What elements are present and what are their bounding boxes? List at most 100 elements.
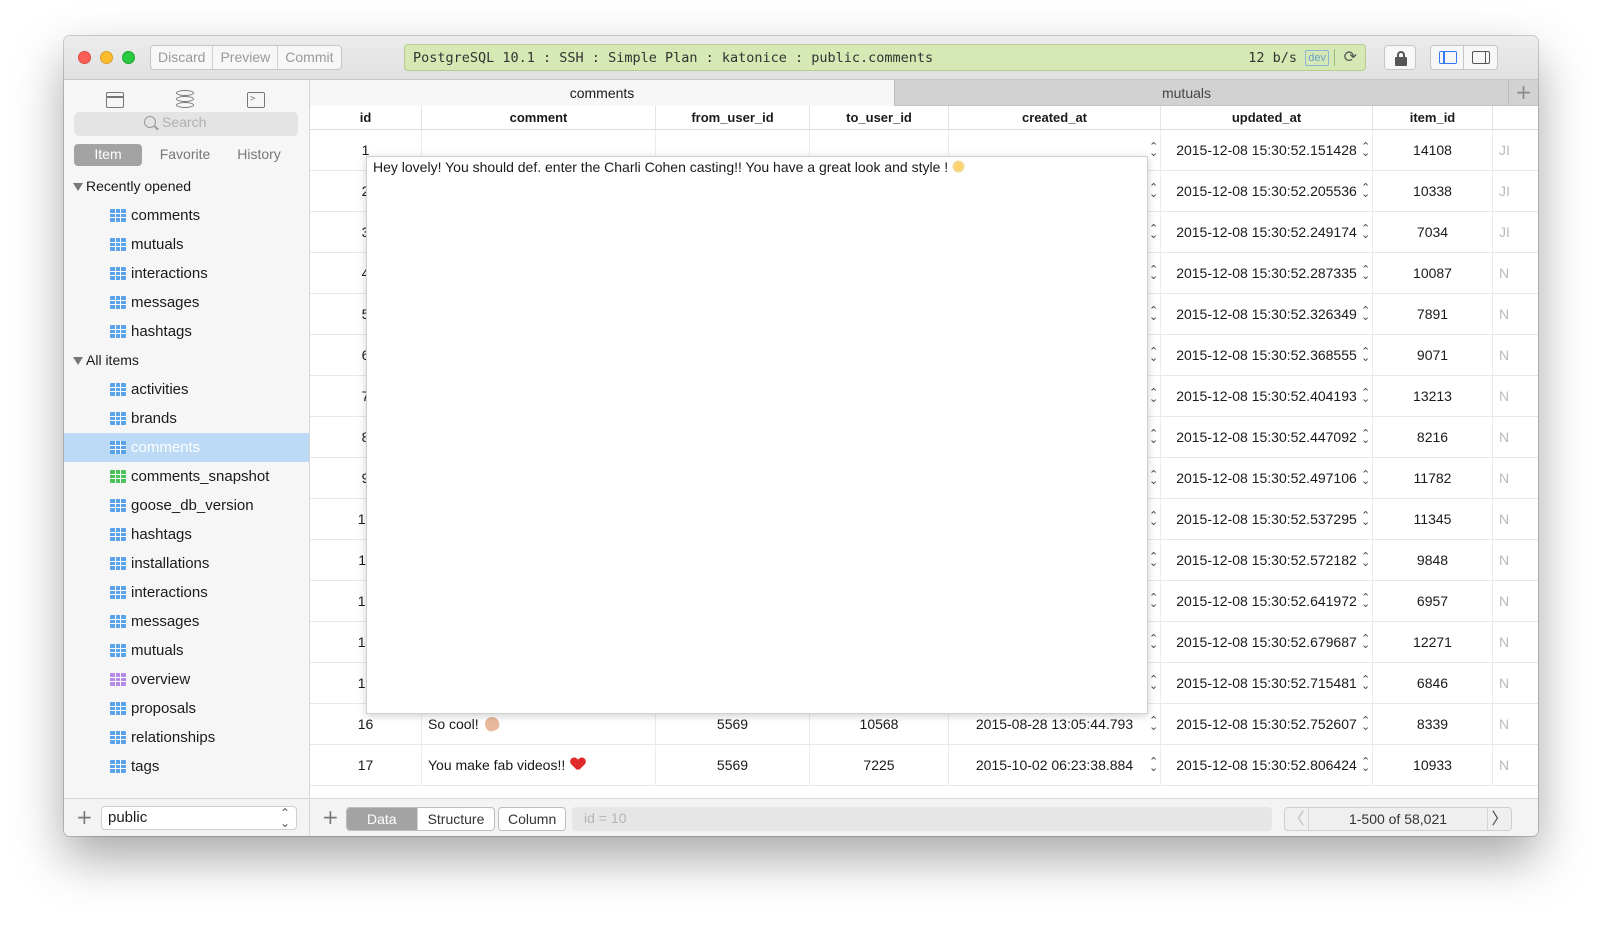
sidebar-item[interactable]: tags [64,752,309,781]
cell-truncated[interactable]: N [1493,663,1538,704]
date-stepper-icon[interactable]: ⌃ ⌄ [1361,510,1370,527]
cell-truncated[interactable]: N [1493,376,1538,417]
cell-truncated[interactable]: JI [1493,130,1538,171]
date-stepper-icon[interactable]: ⌃ ⌄ [1149,715,1158,732]
tab-mutuals[interactable]: mutuals [894,80,1478,106]
reload-icon[interactable]: ⟳ [1344,47,1357,66]
discard-button[interactable]: Discard [151,46,214,69]
date-stepper-icon[interactable]: ⌃ ⌄ [1361,182,1370,199]
date-stepper-icon[interactable]: ⌃ ⌄ [1149,223,1158,240]
cell-updated-at[interactable]: 2015-12-08 15:30:52.249174 ⌃ ⌄ [1161,212,1373,253]
comment-full-text[interactable]: Hey lovely! You should def. enter the Ch… [373,159,966,175]
structure-view-button[interactable]: Structure [418,808,495,830]
cell-truncated[interactable]: N [1493,335,1538,376]
cell-item-id[interactable]: 12271 [1373,622,1493,663]
date-stepper-icon[interactable]: ⌃ ⌄ [1149,305,1158,322]
sidebar-search[interactable] [74,112,298,136]
sidebar-item[interactable]: comments_snapshot [64,462,309,491]
column-header-comment[interactable]: comment [422,106,656,130]
date-stepper-icon[interactable]: ⌃ ⌄ [1361,223,1370,240]
date-stepper-icon[interactable]: ⌃ ⌄ [1149,674,1158,691]
cell-truncated[interactable]: N [1493,458,1538,499]
cell-item-id[interactable]: 10933 [1373,745,1493,786]
date-stepper-icon[interactable]: ⌃ ⌄ [1149,428,1158,445]
cell-item-id[interactable]: 6846 [1373,663,1493,704]
cell-item-id[interactable]: 13213 [1373,376,1493,417]
recent-item[interactable]: comments [64,201,309,230]
date-stepper-icon[interactable]: ⌃ ⌄ [1361,592,1370,609]
commit-button[interactable]: Commit [278,46,340,69]
date-stepper-icon[interactable]: ⌃ ⌄ [1149,756,1158,773]
sidebar-item[interactable]: proposals [64,694,309,723]
date-stepper-icon[interactable]: ⌃ ⌄ [1361,428,1370,445]
date-stepper-icon[interactable]: ⌃ ⌄ [1361,305,1370,322]
previous-page-icon[interactable]: 〈 [1285,808,1309,830]
cell-truncated[interactable]: N [1493,540,1538,581]
sidebar-item[interactable]: hashtags [64,520,309,549]
cell-item-id[interactable]: 9071 [1373,335,1493,376]
cell-item-id[interactable]: 10087 [1373,253,1493,294]
connection-bar[interactable]: PostgreSQL 10.1 : SSH : Simple Plan : ka… [404,44,1366,71]
sidebar-item[interactable]: relationships [64,723,309,752]
date-stepper-icon[interactable]: ⌃ ⌄ [1149,141,1158,158]
sidebar-item[interactable]: activities [64,375,309,404]
cell-item-id[interactable]: 8216 [1373,417,1493,458]
sidebar-item[interactable]: messages [64,607,309,636]
date-stepper-icon[interactable]: ⌃ ⌄ [1149,387,1158,404]
cell-updated-at[interactable]: 2015-12-08 15:30:52.572182 ⌃ ⌄ [1161,540,1373,581]
cell-updated-at[interactable]: 2015-12-08 15:30:52.447092 ⌃ ⌄ [1161,417,1373,458]
sidebar-item[interactable]: overview [64,665,309,694]
cell-updated-at[interactable]: 2015-12-08 15:30:52.287335 ⌃ ⌄ [1161,253,1373,294]
cell-item-id[interactable]: 8339 [1373,704,1493,745]
add-row-icon[interactable]: + [322,805,339,829]
cell-truncated[interactable]: N [1493,253,1538,294]
terminal-icon[interactable]: > [247,92,265,108]
zoom-window-button[interactable] [122,51,135,64]
preview-button[interactable]: Preview [213,46,279,69]
cell-updated-at[interactable]: 2015-12-08 15:30:52.404193 ⌃ ⌄ [1161,376,1373,417]
cell-updated-at[interactable]: 2015-12-08 15:30:52.752607 ⌃ ⌄ [1161,704,1373,745]
right-panel-toggle-icon[interactable] [1464,46,1497,69]
cell-item-id[interactable]: 6957 [1373,581,1493,622]
cell-id[interactable]: 17 [310,745,422,786]
cell-item-id[interactable]: 11345 [1373,499,1493,540]
column-header-created-at[interactable]: created_at [949,106,1161,130]
cell-created-at[interactable]: 2015-10-02 06:23:38.884 ⌃ ⌄ [949,745,1161,786]
cell-updated-at[interactable]: 2015-12-08 15:30:52.806424 ⌃ ⌄ [1161,745,1373,786]
cell-item-id[interactable]: 7034 [1373,212,1493,253]
date-stepper-icon[interactable]: ⌃ ⌄ [1361,264,1370,281]
column-header-id[interactable]: id [310,106,422,130]
sidebar-item[interactable]: mutuals [64,636,309,665]
cell-updated-at[interactable]: 2015-12-08 15:30:52.151428 ⌃ ⌄ [1161,130,1373,171]
cell-truncated[interactable]: N [1493,581,1538,622]
cell-truncated[interactable]: JI [1493,212,1538,253]
column-header-to-user-id[interactable]: to_user_id [810,106,949,130]
cell-item-id[interactable]: 11782 [1373,458,1493,499]
cell-truncated[interactable]: N [1493,622,1538,663]
cell-updated-at[interactable]: 2015-12-08 15:30:52.641972 ⌃ ⌄ [1161,581,1373,622]
cell-truncated[interactable]: N [1493,499,1538,540]
date-stepper-icon[interactable]: ⌃ ⌄ [1149,551,1158,568]
close-window-button[interactable] [78,51,91,64]
column-button[interactable]: Column [498,807,567,831]
next-page-icon[interactable]: 〉 [1487,808,1511,830]
cell-updated-at[interactable]: 2015-12-08 15:30:52.368555 ⌃ ⌄ [1161,335,1373,376]
date-stepper-icon[interactable]: ⌃ ⌄ [1361,141,1370,158]
cell-truncated[interactable]: JI [1493,171,1538,212]
date-stepper-icon[interactable]: ⌃ ⌄ [1149,510,1158,527]
column-header-from-user-id[interactable]: from_user_id [656,106,810,130]
date-stepper-icon[interactable]: ⌃ ⌄ [1361,551,1370,568]
date-stepper-icon[interactable]: ⌃ ⌄ [1361,756,1370,773]
cell-to-user-id[interactable]: 7225 [810,745,949,786]
cell-item-id[interactable]: 14108 [1373,130,1493,171]
cell-updated-at[interactable]: 2015-12-08 15:30:52.715481 ⌃ ⌄ [1161,663,1373,704]
date-stepper-icon[interactable]: ⌃ ⌄ [1361,715,1370,732]
cell-truncated[interactable]: N [1493,417,1538,458]
cell-truncated[interactable]: N [1493,294,1538,335]
cell-from-user-id[interactable]: 5569 [656,745,810,786]
database-icon[interactable] [176,88,196,108]
date-stepper-icon[interactable]: ⌃ ⌄ [1149,592,1158,609]
filter-input[interactable] [584,810,1244,826]
tab-item[interactable]: Item [74,144,142,166]
cell-editor-popover[interactable]: Hey lovely! You should def. enter the Ch… [366,156,1148,714]
